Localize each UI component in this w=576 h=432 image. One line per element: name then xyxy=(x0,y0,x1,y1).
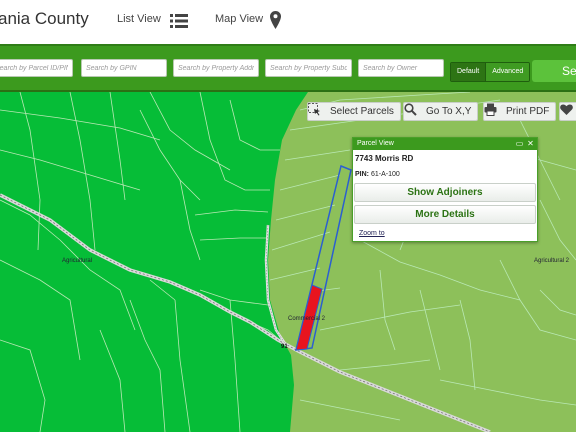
search-bar: Default Advanced Se xyxy=(0,44,576,92)
zone-dark xyxy=(0,92,308,432)
list-icon[interactable] xyxy=(170,14,188,28)
show-adjoiners-button[interactable]: Show Adjoiners xyxy=(354,183,536,202)
parcel-map[interactable]: 91 Agricultural Agricultural 2 Commercia… xyxy=(0,92,576,432)
select-parcels-icon xyxy=(308,103,320,116)
goto-xy-label: Go To X,Y xyxy=(426,106,472,117)
pin-value: 61-A-100 xyxy=(370,171,400,178)
printer-icon xyxy=(484,103,497,116)
select-parcels-button[interactable]: Select Parcels xyxy=(307,102,401,121)
mode-default-button[interactable]: Default xyxy=(451,63,487,81)
search-parcel-id-input[interactable] xyxy=(0,59,73,77)
search-owner-input[interactable] xyxy=(358,59,444,77)
more-details-button[interactable]: More Details xyxy=(354,205,536,224)
list-view-link[interactable]: List View xyxy=(117,13,161,25)
close-icon[interactable]: ✕ xyxy=(526,139,535,148)
print-pdf-label: Print PDF xyxy=(506,106,550,117)
zoom-to-link[interactable]: Zoom to xyxy=(359,230,385,237)
search-subdivision-input[interactable] xyxy=(265,59,352,77)
top-header: ania County List View Map View xyxy=(0,0,576,44)
heart-icon xyxy=(560,104,573,115)
map-pin-icon[interactable] xyxy=(270,11,281,29)
zone-label-agricultural: Agricultural xyxy=(62,258,93,264)
search-mode-toggle: Default Advanced xyxy=(450,62,531,82)
popup-pin: PIN: 61-A-100 xyxy=(355,171,400,178)
search-button[interactable]: Se xyxy=(532,60,576,82)
zone-label-agricultural-2: Agricultural 2 xyxy=(534,258,570,264)
tool-overflow-button[interactable] xyxy=(559,102,576,121)
select-parcels-label: Select Parcels xyxy=(330,106,394,117)
svg-text:91: 91 xyxy=(281,344,288,350)
popup-address: 7743 Morris RD xyxy=(355,154,414,163)
print-pdf-button[interactable]: Print PDF xyxy=(483,102,557,121)
popup-title: Parcel View xyxy=(357,140,394,147)
popup-header: Parcel View ▭ ✕ xyxy=(353,138,537,150)
pin-label: PIN: xyxy=(355,171,369,178)
search-address-input[interactable] xyxy=(173,59,259,77)
app-title: ania County xyxy=(0,9,89,28)
zone-label-commercial-2: Commercial 2 xyxy=(288,316,326,322)
goto-xy-button[interactable]: Go To X,Y xyxy=(403,102,479,121)
search-gpin-input[interactable] xyxy=(81,59,167,77)
parcel-popup: Parcel View ▭ ✕ 7743 Morris RD PIN: 61-A… xyxy=(352,137,538,242)
mode-advanced-button[interactable]: Advanced xyxy=(486,63,530,81)
minimize-icon[interactable]: ▭ xyxy=(515,139,524,148)
search-icon xyxy=(404,103,417,116)
map-view-link[interactable]: Map View xyxy=(215,13,263,25)
